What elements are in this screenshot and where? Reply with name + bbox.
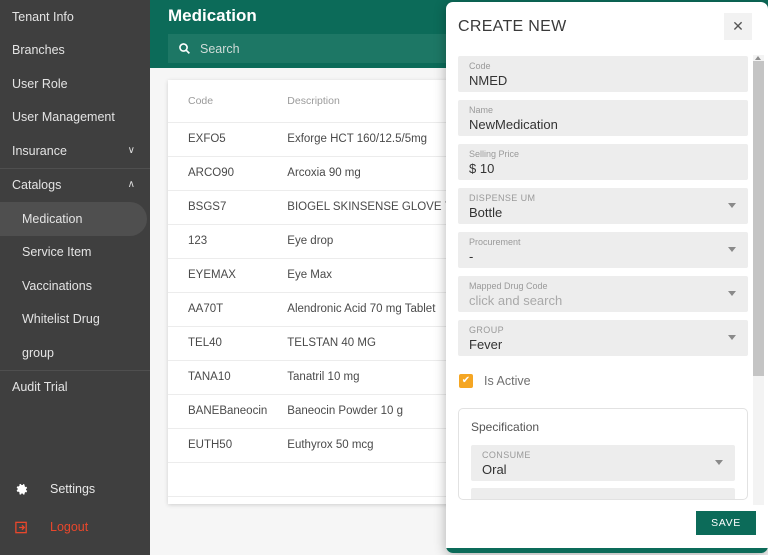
field-dispense-um[interactable]: DISPENSE UM Bottle (458, 188, 748, 224)
field-name[interactable]: Name NewMedication (458, 100, 748, 136)
modal-scrollbar[interactable] (753, 55, 764, 520)
cell-empty (168, 462, 268, 497)
specification-next-field-partial[interactable] (471, 488, 735, 499)
field-mapped-drug-code[interactable]: Mapped Drug Code click and search (458, 276, 748, 312)
field-consume[interactable]: CONSUME Oral (471, 445, 735, 481)
page-title: Medication (168, 6, 257, 25)
field-label: Procurement (469, 237, 521, 247)
sidebar-item-label: Tenant Info (12, 9, 74, 24)
sidebar-item-vaccinations[interactable]: Vaccinations (0, 269, 150, 303)
logout-icon (14, 520, 36, 535)
field-procurement[interactable]: Procurement - (458, 232, 748, 268)
sidebar-settings-label: Settings (50, 482, 96, 496)
modal-fields-list: Code NMED Name NewMedication Selling Price $ … (458, 56, 748, 356)
modal-header: CREATE NEW ✕ (446, 2, 768, 52)
field-value[interactable]: $ 10 (469, 160, 748, 178)
scroll-up-arrow-icon[interactable] (755, 56, 761, 60)
cell-code: EUTH50 (168, 428, 268, 463)
sidebar-item-label: Whitelist Drug (22, 312, 100, 327)
cell-code: AA70T (168, 292, 268, 327)
specification-card: Specification CONSUME Oral (458, 408, 748, 500)
specification-fields-list: CONSUME Oral (471, 445, 735, 481)
cell-code: EXFO5 (168, 122, 268, 157)
field-group[interactable]: GROUP Fever (458, 320, 748, 356)
chevron-down-icon[interactable] (728, 335, 736, 340)
field-label: DISPENSE UM (469, 193, 536, 203)
field-label: Code (469, 61, 491, 71)
field-value[interactable]: Fever (469, 336, 748, 354)
sidebar-item-catalogs[interactable]: Catalogs ∧ (0, 169, 150, 203)
close-icon[interactable]: ✕ (724, 13, 752, 40)
field-value[interactable]: click and search (469, 292, 748, 310)
sidebar-item-whitelist-drug[interactable]: Whitelist Drug (0, 303, 150, 337)
cell-code: EYEMAX (168, 258, 268, 293)
field-code[interactable]: Code NMED (458, 56, 748, 92)
field-label: CONSUME (482, 450, 531, 460)
cell-code: TEL40 (168, 326, 268, 361)
sidebar-item-label: Medication (22, 211, 83, 226)
sidebar-item-group[interactable]: group (0, 336, 150, 370)
field-label: Mapped Drug Code (469, 281, 548, 291)
sidebar-item-tenant-info[interactable]: Tenant Info (0, 0, 150, 34)
field-selling-price[interactable]: Selling Price $ 10 (458, 144, 748, 180)
sidebar-item-user-management[interactable]: User Management (0, 101, 150, 135)
cell-code: BSGS7 (168, 190, 268, 225)
sidebar-item-insurance[interactable]: Insurance ∨ (0, 134, 150, 168)
sidebar-logout-label: Logout (50, 520, 89, 534)
sidebar-item-label: group (22, 345, 54, 360)
chevron-down-icon[interactable] (728, 203, 736, 208)
sidebar-item-audit-trial[interactable]: Audit Trial (0, 371, 150, 405)
field-value[interactable]: Oral (482, 461, 735, 479)
footer-accent-bar (446, 548, 768, 553)
sidebar-item-user-role[interactable]: User Role (0, 67, 150, 101)
field-value[interactable]: - (469, 248, 748, 266)
specification-title: Specification (471, 420, 540, 434)
sidebar-item-label: Branches (12, 43, 65, 58)
cell-code: TANA10 (168, 360, 268, 395)
sidebar-item-settings[interactable]: Settings (0, 470, 150, 508)
sidebar-item-medication[interactable]: Medication (0, 202, 147, 236)
is-active-row[interactable]: ✔ Is Active (459, 364, 748, 398)
modal-title: CREATE NEW (458, 18, 567, 35)
field-label: Name (469, 105, 494, 115)
cell-code: 123 (168, 224, 268, 259)
sidebar-nav-list: Tenant Info Branches User Role User Managem… (0, 0, 150, 404)
field-value[interactable]: NMED (469, 72, 748, 90)
chevron-down-icon[interactable] (715, 460, 723, 465)
search-icon (178, 42, 191, 55)
create-new-modal: CREATE NEW ✕ Code NMED Name NewMedication Se… (446, 2, 768, 553)
sidebar-item-label: User Management (12, 110, 115, 125)
sidebar-item-service-item[interactable]: Service Item (0, 236, 150, 270)
sidebar-item-label: Insurance (12, 143, 67, 158)
field-label: GROUP (469, 325, 505, 335)
sidebar-item-branches[interactable]: Branches (0, 34, 150, 68)
sidebar-item-label: User Role (12, 76, 68, 91)
modal-footer: SAVE (446, 505, 768, 553)
cell-code: BANEBaneocin (168, 394, 268, 429)
chevron-down-icon[interactable] (728, 291, 736, 296)
chevron-down-icon: ∨ (127, 144, 135, 156)
sidebar-item-label: Service Item (22, 245, 92, 260)
scrollbar-thumb[interactable] (753, 61, 764, 376)
chevron-up-icon: ∧ (127, 179, 135, 191)
sidebar-bottom-actions: Settings Logout (0, 470, 150, 546)
gear-icon (14, 482, 36, 497)
check-icon: ✔ (461, 375, 471, 386)
sidebar-item-label: Catalogs (12, 178, 62, 193)
chevron-down-icon[interactable] (728, 247, 736, 252)
column-header-code: Code (168, 80, 268, 123)
sidebar-item-label: Audit Trial (12, 380, 68, 395)
is-active-label: Is Active (484, 374, 531, 388)
sidebar-item-logout[interactable]: Logout (0, 508, 150, 546)
field-label: Selling Price (469, 149, 520, 159)
sidebar-item-label: Vaccinations (22, 278, 92, 293)
app-root: Tenant Info Branches User Role User Managem… (0, 0, 768, 555)
modal-body: Code NMED Name NewMedication Selling Price $ … (446, 52, 768, 522)
is-active-checkbox[interactable]: ✔ (459, 374, 473, 388)
field-value[interactable]: NewMedication (469, 116, 748, 134)
field-value[interactable]: Bottle (469, 204, 748, 222)
cell-code: ARCO90 (168, 156, 268, 191)
save-button[interactable]: SAVE (696, 511, 756, 535)
sidebar: Tenant Info Branches User Role User Managem… (0, 0, 150, 555)
